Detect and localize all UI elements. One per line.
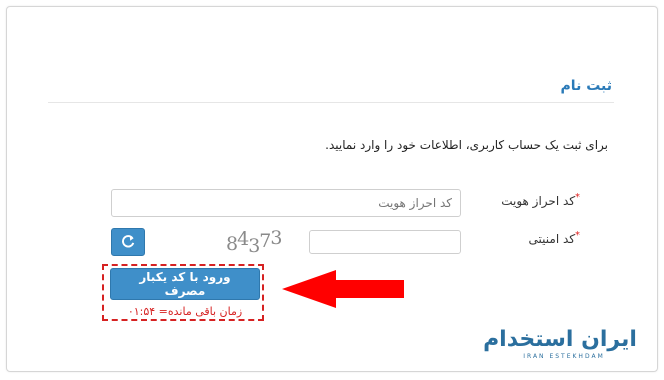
captcha-text: 84373 xyxy=(226,228,281,256)
identity-code-input[interactable] xyxy=(111,189,461,217)
captcha-image: 84373 xyxy=(226,228,282,256)
otp-login-button[interactable]: ورود با کد یکبار مصرف xyxy=(110,268,260,300)
title-divider xyxy=(48,102,614,103)
remaining-time-text: زمان باقی مانده= ۰۱:۵۴ xyxy=(127,305,243,318)
arrow-left-icon xyxy=(282,270,404,308)
site-logo: ایران استخدام IRAN ESTEKHDAM xyxy=(483,327,637,360)
page-title: ثبت نام xyxy=(560,78,612,94)
identity-code-label: *کد احراز هویت xyxy=(501,192,580,208)
logo-text: ایران استخدام xyxy=(483,327,637,352)
captcha-digit: 7 xyxy=(259,230,270,252)
required-mark: * xyxy=(575,230,580,241)
intro-text: برای ثبت یک حساب کاربری، اطلاعات خود را … xyxy=(325,138,608,152)
captcha-digit: 3 xyxy=(270,228,281,249)
captcha-digit: 3 xyxy=(248,235,259,256)
security-code-label-text: کد امنیتی xyxy=(528,232,575,246)
security-code-input[interactable] xyxy=(309,230,461,254)
captcha-digit: 8 xyxy=(226,233,237,255)
refresh-captcha-button[interactable] xyxy=(111,228,145,256)
identity-code-label-text: کد احراز هویت xyxy=(501,194,575,208)
security-code-label: *کد امنیتی xyxy=(529,230,580,246)
logo-subtext: IRAN ESTEKHDAM xyxy=(523,353,605,360)
refresh-icon xyxy=(122,235,135,248)
required-mark: * xyxy=(575,192,580,203)
